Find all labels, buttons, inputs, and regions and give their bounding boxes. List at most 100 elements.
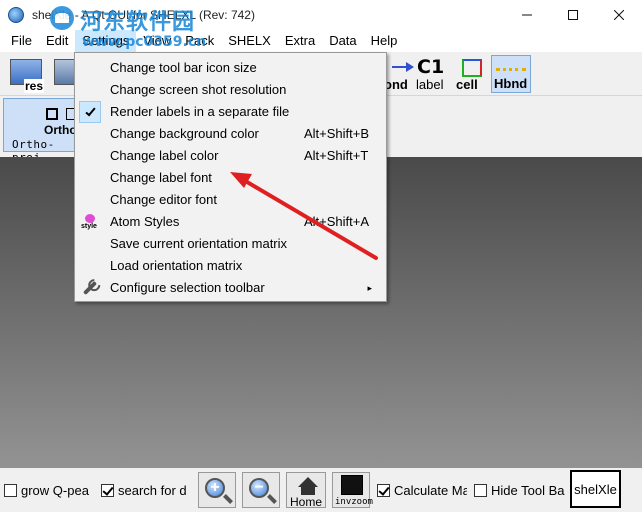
hbond-label: Hbnd	[494, 76, 528, 91]
menu-item-icon-slot	[79, 255, 101, 277]
style-bulb	[85, 214, 95, 223]
label-button[interactable]: C1 label	[414, 55, 452, 93]
menu-item-load-orientation-matrix[interactable]: Load orientation matrix	[75, 255, 386, 277]
res-button[interactable]: res	[8, 55, 48, 93]
menu-item-change-screen-shot-resolution[interactable]: Change screen shot resolution	[75, 79, 386, 101]
menu-item-label: Render labels in a separate file	[110, 104, 290, 119]
zoom-out-glyph: −	[254, 479, 264, 496]
res-label: res	[24, 79, 45, 93]
invzoom-button[interactable]: invzoom	[332, 472, 373, 508]
menu-edit[interactable]: Edit	[39, 30, 75, 52]
menu-item-label: Change editor font	[110, 192, 217, 207]
invzoom-icon	[341, 475, 363, 495]
menu-item-icon-slot	[79, 57, 101, 79]
menu-extra[interactable]: Extra	[278, 30, 322, 52]
menu-item-shortcut: Alt+Shift+T	[304, 148, 369, 163]
menu-item-label: Save current orientation matrix	[110, 236, 288, 251]
menu-item-change-label-font[interactable]: Change label font	[75, 167, 386, 189]
menu-file[interactable]: File	[4, 30, 39, 52]
hbond-icon	[496, 68, 526, 71]
watermark-url: www.pc0359.cn	[82, 34, 207, 50]
menu-item-change-tool-bar-icon-size[interactable]: Change tool bar icon size	[75, 57, 386, 79]
menu-item-atom-styles[interactable]: style Atom Styles Alt+Shift+A	[75, 211, 386, 233]
minimize-icon	[522, 14, 532, 16]
hide-toolbar-check-box[interactable]	[474, 484, 487, 497]
home-icon-base	[301, 487, 315, 495]
grow-qpeak-check-box[interactable]	[4, 484, 17, 497]
menu-item-label: Atom Styles	[110, 214, 180, 229]
menu-item-icon-slot	[79, 167, 101, 189]
ins-file-icon	[54, 59, 76, 85]
style-glyph: style	[81, 214, 99, 230]
menu-item-shortcut: Alt+Shift+B	[304, 126, 370, 141]
menu-item-save-current-orientation-matrix[interactable]: Save current orientation matrix	[75, 233, 386, 255]
calculate-check-box[interactable]	[377, 484, 390, 497]
zoom-in-glyph: +	[210, 479, 220, 496]
label-label: label	[416, 77, 444, 92]
cell-button[interactable]: cell	[454, 55, 490, 93]
app-icon	[8, 7, 24, 23]
menu-item-label: Change tool bar icon size	[110, 60, 257, 75]
zoom-out-handle	[267, 494, 277, 504]
ortho-button[interactable]: Ortho Ortho-proj	[3, 98, 77, 164]
zoom-in-icon: +	[205, 478, 225, 498]
menu-data[interactable]: Data	[322, 30, 363, 52]
settings-dropdown-menu: Change tool bar icon size Change screen s…	[74, 52, 387, 302]
check-mark	[84, 105, 96, 116]
menu-item-change-label-color[interactable]: Change label color Alt+Shift+T	[75, 145, 386, 167]
maximize-button[interactable]	[550, 0, 596, 30]
cell-icon	[462, 59, 482, 77]
ortho-label: Ortho	[44, 123, 77, 137]
hide-toolbar-label: Hide Tool Ba	[491, 483, 565, 498]
menu-item-icon-slot	[79, 145, 101, 167]
submenu-arrow-icon: ▸	[367, 283, 372, 293]
menu-item-configure-selection-toolbar[interactable]: Configure selection toolbar ▸	[75, 277, 386, 299]
zoom-out-icon: −	[249, 478, 269, 498]
style-icon: style	[79, 211, 101, 233]
label-icon: C1	[417, 56, 445, 78]
watermark-logo	[50, 6, 74, 30]
search-check-box[interactable]	[101, 484, 114, 497]
menu-item-label: Change label color	[110, 148, 219, 163]
menu-item-icon-slot	[79, 189, 101, 211]
search-label: search for d	[118, 483, 187, 498]
menu-item-change-background-color[interactable]: Change background color Alt+Shift+B	[75, 123, 386, 145]
ins-button[interactable]	[52, 55, 76, 93]
wrench-icon	[79, 277, 101, 299]
style-icon-text: style	[81, 223, 97, 230]
menu-item-label: Change label font	[110, 170, 212, 185]
close-button[interactable]	[596, 0, 642, 30]
minimize-button[interactable]	[504, 0, 550, 30]
bottom-toolbar: grow Q-pea search for d + − Home invzoom…	[0, 468, 642, 512]
menu-item-icon-slot	[79, 233, 101, 255]
calculate-checkbox[interactable]: Calculate Ma	[377, 483, 467, 498]
menu-help[interactable]: Help	[364, 30, 405, 52]
search-checkbox[interactable]: search for d	[101, 483, 189, 498]
maximize-icon	[568, 10, 578, 20]
menu-item-shortcut: Alt+Shift+A	[304, 214, 370, 229]
menu-item-icon-slot	[79, 123, 101, 145]
home-icon	[298, 477, 318, 487]
zoom-in-handle	[223, 494, 233, 504]
wrench-glyph	[82, 280, 98, 296]
menu-item-render-labels-in-a-separate-file[interactable]: Render labels in a separate file	[75, 101, 386, 123]
bond-button[interactable]: ond	[384, 55, 414, 93]
hbond-button[interactable]: Hbnd	[491, 55, 531, 93]
check-icon	[79, 101, 101, 123]
menu-item-label: Configure selection toolbar	[110, 280, 265, 295]
zoom-in-button[interactable]: +	[198, 472, 236, 508]
menu-shelx[interactable]: SHELX	[221, 30, 278, 52]
menu-item-label: Load orientation matrix	[110, 258, 243, 273]
grow-qpeak-label: grow Q-pea	[21, 483, 89, 498]
zoom-out-button[interactable]: −	[242, 472, 280, 508]
calculate-label: Calculate Ma	[394, 483, 467, 498]
menu-item-icon-slot	[79, 79, 101, 101]
menu-item-label: Change background color	[110, 126, 259, 141]
home-button[interactable]: Home	[286, 472, 326, 509]
close-icon	[614, 10, 624, 20]
shelxle-button[interactable]: shelXle	[570, 470, 621, 508]
hide-toolbar-checkbox[interactable]: Hide Tool Ba	[474, 483, 566, 498]
bond-label: ond	[384, 77, 408, 92]
menu-item-change-editor-font[interactable]: Change editor font	[75, 189, 386, 211]
grow-qpeak-checkbox[interactable]: grow Q-pea	[4, 483, 94, 498]
